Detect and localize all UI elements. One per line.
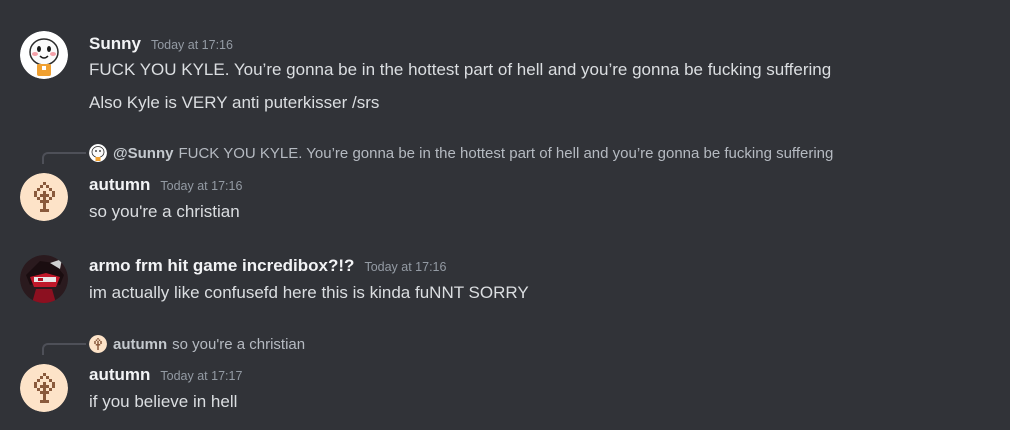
timestamp[interactable]: Today at 17:16: [160, 179, 242, 193]
message-content: if you believe in hell: [89, 392, 238, 411]
chat-message-list: Sunny Today at 17:16 FUCK YOU KYLE. You’…: [0, 0, 1010, 430]
timestamp[interactable]: Today at 17:16: [364, 260, 446, 274]
reply-preview[interactable]: @Sunny FUCK YOU KYLE. You’re gonna be in…: [89, 144, 833, 162]
message-content: im actually like confusefd here this is …: [89, 283, 529, 302]
reply-spine: [42, 152, 86, 164]
timestamp[interactable]: Today at 17:16: [151, 38, 233, 52]
red-character-avatar-icon[interactable]: [20, 255, 68, 303]
message-content: FUCK YOU KYLE. You’re gonna be in the ho…: [89, 60, 832, 79]
username[interactable]: Sunny: [89, 34, 141, 54]
reply-username[interactable]: autumn: [113, 336, 167, 353]
pixel-tree-avatar-icon: [89, 335, 107, 353]
username[interactable]: armo frm hit game incredibox?!?: [89, 256, 354, 276]
message-header: autumn Today at 17:17: [89, 365, 242, 385]
white-blob-avatar-icon: [89, 144, 107, 162]
reply-spine: [42, 343, 86, 355]
username[interactable]: autumn: [89, 365, 150, 385]
username[interactable]: autumn: [89, 175, 150, 195]
pixel-tree-avatar-icon[interactable]: [20, 173, 68, 221]
message-content: so you're a christian: [89, 202, 240, 221]
reply-username[interactable]: @Sunny: [113, 145, 173, 162]
reply-preview[interactable]: autumn so you're a christian: [89, 335, 305, 353]
message-content: Also Kyle is VERY anti puterkisser /srs: [89, 93, 380, 112]
message-header: armo frm hit game incredibox?!? Today at…: [89, 256, 446, 276]
reply-text[interactable]: so you're a christian: [172, 336, 305, 353]
reply-text[interactable]: FUCK YOU KYLE. You’re gonna be in the ho…: [178, 145, 833, 162]
message-header: autumn Today at 17:16: [89, 175, 242, 195]
message-header: Sunny Today at 17:16: [89, 34, 233, 54]
timestamp[interactable]: Today at 17:17: [160, 369, 242, 383]
white-blob-avatar-icon[interactable]: [20, 31, 68, 79]
pixel-tree-avatar-icon[interactable]: [20, 364, 68, 412]
